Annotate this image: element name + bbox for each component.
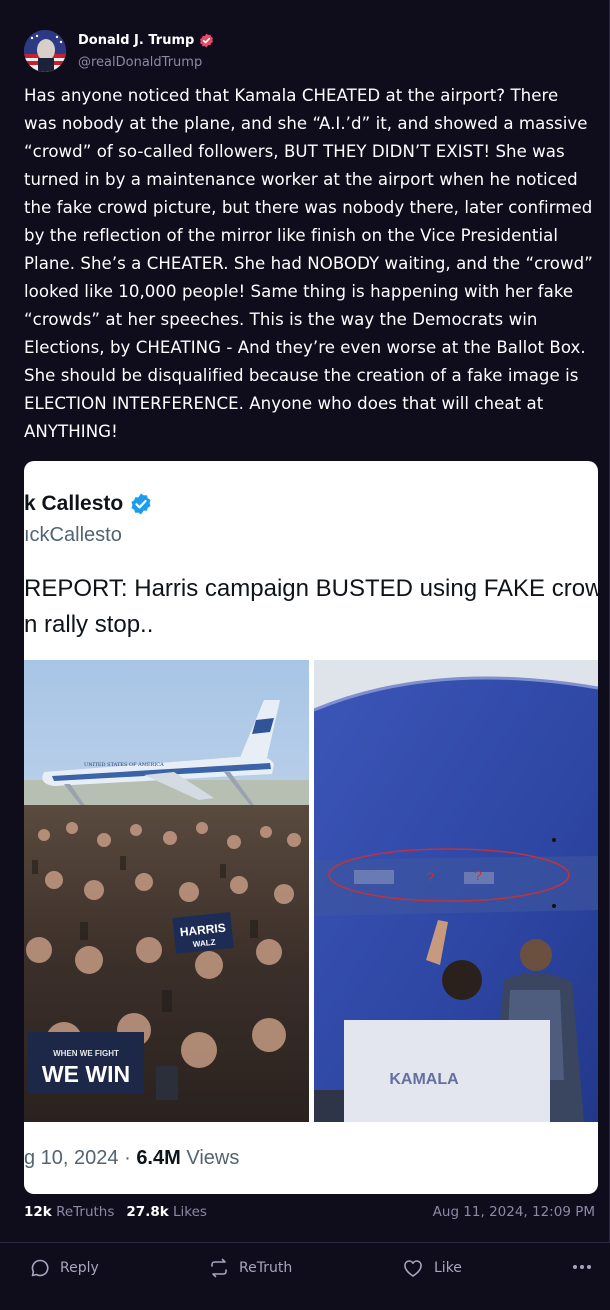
more-options-button[interactable] [571,1255,593,1277]
embedded-tweet-text: REPORT: Harris campaign BUSTED using FAK… [24,571,598,643]
embedded-footer: g 10, 2024 · 6.4M Views [24,1147,239,1170]
sign-when-we-fight: WHEN WE FIGHT [53,1049,119,1058]
likes-count: 27.8k [126,1204,169,1220]
embedded-author-handle: ıckCallesto [24,524,122,546]
post-stats: 12k ReTruths 27.8k Likes [24,1204,207,1220]
crowd-photo-image: UNITED STATES OF AMERICA HARRIS WALZ WHE… [24,660,309,1122]
embedded-verified-icon [131,493,151,515]
embedded-views-count: 6.4M [136,1147,181,1169]
retruths-count: 12k [24,1204,52,1220]
verified-badge-icon [200,33,214,48]
avatar-image [24,30,66,72]
svg-text:?: ? [474,867,482,883]
retruth-button[interactable]: ReTruth [209,1257,292,1279]
post-timestamp[interactable]: Aug 11, 2024, 12:09 PM [433,1204,595,1220]
svg-text:?: ? [426,869,434,885]
reply-button[interactable]: Reply [30,1257,99,1279]
embedded-date: g 10, 2024 · [24,1147,137,1169]
retruths-stat[interactable]: 12k ReTruths [24,1204,114,1220]
plane-lettering: UNITED STATES OF AMERICA [84,762,164,768]
reply-icon [31,1259,49,1277]
crowd-photo: UNITED STATES OF AMERICA HARRIS WALZ WHE… [24,660,309,1122]
retruths-label: ReTruths [56,1204,115,1220]
author-display-name[interactable]: Donald J. Trump [78,33,194,48]
more-icon [573,1265,591,1269]
embedded-name-row: k Callesto [24,492,153,516]
plane-reflection-photo: ? ? KAMALA [314,660,598,1122]
post-card: Donald J. Trump @realDonaldTrump Has any… [0,0,610,1242]
likes-label: Likes [173,1204,207,1220]
reply-label: Reply [60,1260,99,1276]
embedded-author-name: k Callesto [24,492,124,515]
post-action-bar: Reply ReTruth Like [0,1242,610,1310]
like-button[interactable]: Like [402,1257,462,1279]
author-handle[interactable]: @realDonaldTrump [78,55,202,70]
retruth-icon [211,1258,227,1278]
sign-we-win: WE WIN [42,1061,130,1087]
plane-reflection-image: ? ? KAMALA [314,660,598,1122]
embedded-text-line-2: n rally stop.. [24,611,154,638]
heart-icon [404,1260,422,1277]
embedded-text-line-1: REPORT: Harris campaign BUSTED using FAK… [24,575,598,602]
like-label: Like [434,1260,462,1276]
author-name-row: Donald J. Trump [78,33,214,48]
sign-kamala: KAMALA [389,1071,459,1088]
author-avatar[interactable] [24,30,66,72]
post-text: Has anyone noticed that Kamala CHEATED a… [24,86,593,441]
likes-stat[interactable]: 27.8k Likes [126,1204,207,1220]
embedded-views-label: Views [180,1147,240,1169]
page: Donald J. Trump @realDonaldTrump Has any… [0,0,610,1310]
retruth-label: ReTruth [239,1260,293,1276]
embedded-screenshot[interactable]: k Callesto ıckCallesto REPORT: Harris ca… [24,461,598,1194]
